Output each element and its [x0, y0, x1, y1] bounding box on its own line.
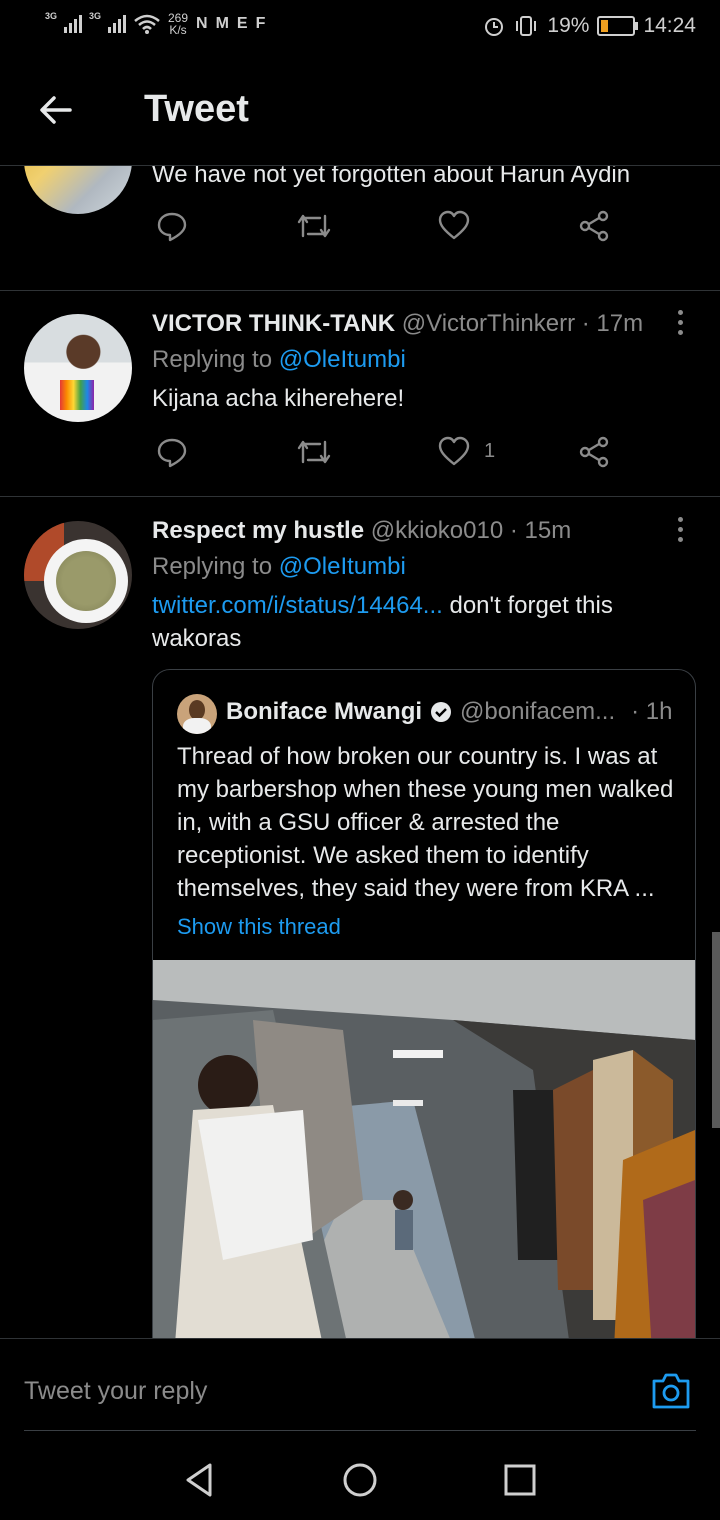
camera-icon[interactable]	[650, 1371, 692, 1411]
share-icon	[579, 436, 609, 468]
signal-icon-2: 3G	[89, 11, 126, 33]
battery-percent: 19%	[547, 14, 590, 37]
replies-feed[interactable]: We have not yet forgotten about Harun Ay…	[0, 166, 720, 1338]
tweet-actions: 1	[152, 436, 622, 476]
show-thread-link[interactable]: Show this thread	[177, 914, 341, 940]
like-count: 1	[484, 439, 496, 462]
reply-button[interactable]	[156, 210, 188, 242]
author-name[interactable]: Respect my hustle	[152, 517, 364, 544]
avatar-rainbow	[60, 380, 94, 410]
share-icon	[579, 210, 609, 242]
author-handle[interactable]: @VictorThinkerr	[402, 310, 575, 337]
more-options-icon[interactable]	[678, 310, 686, 335]
top-app-bar: Tweet	[0, 56, 720, 166]
tweet-reply-2[interactable]: VICTOR THINK-TANK @VictorThinkerr · 17m …	[0, 290, 720, 497]
retweet-icon	[297, 440, 331, 464]
wifi-icon	[134, 14, 160, 34]
author-handle[interactable]: @kkioko010	[371, 517, 503, 544]
tweet-author-line: VICTOR THINK-TANK @VictorThinkerr · 17m	[152, 310, 643, 338]
notification-icon-e: E	[236, 15, 248, 32]
reply-icon	[157, 438, 187, 468]
notification-icon-n: N	[196, 15, 208, 32]
back-arrow-icon[interactable]	[36, 90, 76, 130]
quoted-author-line: Boniface Mwangi @bonifacem... · 1h	[226, 698, 673, 726]
like-button[interactable]: 1	[438, 436, 495, 466]
page-title: Tweet	[144, 88, 249, 130]
retweet-icon	[297, 214, 331, 238]
nav-recents-icon[interactable]	[500, 1460, 540, 1500]
tweet-text: twitter.com/i/status/14464... don't forg…	[152, 592, 613, 652]
nav-home-icon[interactable]	[340, 1460, 380, 1500]
reply-button[interactable]	[156, 436, 188, 468]
quoted-author-name: Boniface Mwangi	[226, 698, 423, 725]
battery-icon	[597, 16, 639, 36]
replying-to-handle[interactable]: @OleItumbi	[279, 346, 406, 373]
tweet-reply-1[interactable]: We have not yet forgotten about Harun Ay…	[0, 166, 720, 291]
author-name[interactable]: VICTOR THINK-TANK	[152, 310, 395, 337]
tweet-reply-3[interactable]: Respect my hustle @kkioko010 · 15m Reply…	[0, 497, 720, 1338]
replying-to: Replying to @OleItumbi	[152, 553, 406, 580]
tweet-time: · 15m	[509, 517, 572, 544]
tweet-time: · 17m	[581, 310, 644, 337]
replying-to-handle[interactable]: @OleItumbi	[279, 553, 406, 580]
like-button[interactable]	[438, 210, 470, 240]
tweet-actions	[152, 210, 622, 250]
avatar[interactable]	[24, 521, 132, 629]
tweet-author-line: Respect my hustle @kkioko010 · 15m	[152, 517, 571, 545]
notification-icon-m: M	[215, 15, 229, 32]
quoted-author-handle: @bonifacem...	[460, 698, 616, 725]
nav-back-icon[interactable]	[180, 1460, 220, 1500]
scrollbar[interactable]	[712, 932, 720, 1128]
verified-badge-icon	[431, 702, 452, 722]
reply-icon	[157, 212, 187, 242]
clock: 14:24	[643, 14, 696, 37]
avatar[interactable]	[24, 166, 132, 214]
status-link[interactable]: twitter.com/i/status/14464...	[152, 592, 443, 619]
tweet-text: Kijana acha kiherehere!	[152, 385, 405, 412]
replying-to: Replying to @OleItumbi	[152, 346, 406, 373]
quoted-tweet-time: · 1h	[631, 698, 673, 725]
alarm-icon	[485, 18, 504, 36]
notification-icon-f: F	[255, 15, 266, 32]
retweet-button[interactable]	[296, 210, 332, 242]
system-nav-bar	[0, 1430, 720, 1520]
quoted-tweet-video-thumbnail[interactable]	[153, 960, 695, 1338]
vibrate-icon	[516, 16, 537, 36]
heart-icon	[438, 436, 470, 466]
heart-icon	[438, 210, 470, 240]
signal-icon: 3G	[45, 11, 82, 33]
share-button[interactable]	[578, 436, 610, 468]
reply-input[interactable]: Tweet your reply	[24, 1377, 207, 1406]
tweet-text: We have not yet forgotten about Harun Ay…	[152, 166, 631, 188]
quoted-tweet-card[interactable]: Boniface Mwangi @bonifacem... · 1h Threa…	[152, 669, 696, 1338]
network-speed: 269 K/s	[168, 11, 189, 37]
more-options-icon[interactable]	[678, 517, 686, 542]
avatar[interactable]	[24, 314, 132, 422]
quoted-avatar	[177, 694, 217, 734]
retweet-button[interactable]	[296, 436, 332, 468]
quoted-tweet-text: Thread of how broken our country is. I w…	[177, 743, 674, 902]
share-button[interactable]	[578, 210, 610, 242]
reply-composer: Tweet your reply	[0, 1338, 720, 1431]
status-bar: 3G 3G 269 K/s N M E F 19% 14:24	[0, 0, 720, 56]
